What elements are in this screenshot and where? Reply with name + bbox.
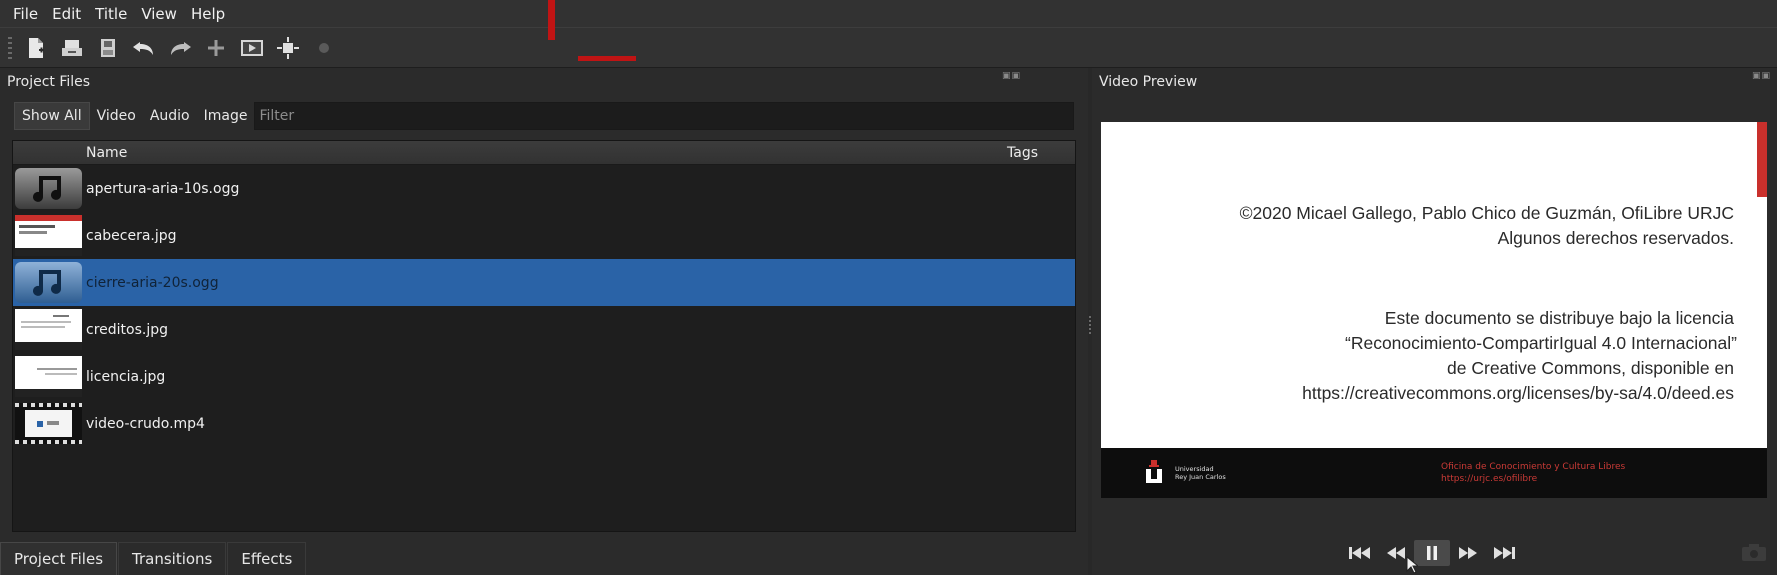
import-files-button[interactable] [200,33,232,63]
red-annotation-mark [548,0,555,40]
filter-audio-button[interactable]: Audio [143,102,197,130]
save-project-icon [101,38,115,57]
video-thumbnail-icon [15,403,82,444]
university-logo-icon [1146,460,1162,483]
file-name: cierre-aria-20s.ogg [86,274,219,291]
new-project-icon [29,37,44,58]
main-toolbar [0,28,1777,68]
menu-help[interactable]: Help [184,0,232,28]
project-files-title: Project Files [7,74,91,90]
video-preview-frame: ©2020 Micael Gallego, Pablo Chico de Guz… [1101,122,1767,498]
new-project-button[interactable] [20,33,52,63]
menu-file[interactable]: File [6,0,45,28]
save-project-button[interactable] [92,33,124,63]
preview-icon [241,39,263,56]
preview-button[interactable] [236,33,268,63]
license-line: Este documento se distribuye bajo la lic… [1384,308,1734,328]
slide-accent-bar [1757,122,1767,197]
file-name: licencia.jpg [86,368,166,385]
filter-row: Show All Video Audio Image Filter [14,102,1074,130]
file-row[interactable]: creditos.jpg [13,306,1075,353]
tab-effects[interactable]: Effects [227,542,307,575]
project-files-list: Name Tags apertura-aria-10s.ogg cabecera… [12,140,1076,532]
fast-forward-icon [1459,547,1477,559]
slide-footer: Universidad Rey Juan Carlos Oficina de C… [1101,448,1767,498]
mouse-cursor-icon [1406,556,1418,574]
open-project-icon [62,39,82,56]
file-row[interactable]: apertura-aria-10s.ogg [13,165,1075,212]
license-line: https://creativecommons.org/licenses/by-… [1302,383,1734,403]
file-row[interactable]: video-crudo.mp4 [13,400,1075,447]
export-video-button[interactable] [272,33,304,63]
column-tags-header[interactable]: Tags [1007,145,1038,161]
record-button[interactable] [308,33,340,63]
tab-transitions[interactable]: Transitions [118,542,227,575]
file-name: cabecera.jpg [86,227,177,244]
copyright-line: Algunos derechos reservados. [1497,228,1734,248]
file-row[interactable]: cabecera.jpg [13,212,1075,259]
office-url: https://urjc.es/ofilibre [1441,474,1538,484]
filter-show-all-button[interactable]: Show All [14,102,90,130]
image-thumbnail-icon [15,356,82,397]
menu-view[interactable]: View [134,0,184,28]
filter-video-button[interactable]: Video [90,102,143,130]
file-row-selected[interactable]: cierre-aria-20s.ogg [13,259,1075,306]
audio-thumbnail-icon [15,168,82,209]
column-name-header[interactable]: Name [86,145,127,161]
university-name: Rey Juan Carlos [1175,473,1226,481]
video-preview-panel-header: Video Preview [1092,68,1777,96]
list-header: Name Tags [13,141,1075,165]
license-line: de Creative Commons, disponible en [1447,358,1734,378]
copyright-line: ©2020 Micael Gallego, Pablo Chico de Guz… [1239,203,1734,223]
menu-title[interactable]: Title [88,0,134,28]
university-name: Universidad [1175,465,1214,473]
toolbar-grip[interactable] [8,36,12,59]
file-name: creditos.jpg [86,321,168,338]
filter-image-button[interactable]: Image [197,102,255,130]
license-line: “Reconocimiento-CompartirIgual 4.0 Inter… [1345,333,1737,353]
splitter-grip[interactable] [1089,316,1091,334]
undo-button[interactable] [128,33,160,63]
image-thumbnail-icon [15,215,82,256]
jump-end-icon [1494,547,1515,559]
bottom-dock-tabs: Project Files Transitions Effects [0,540,1088,575]
rewind-icon [1387,547,1405,559]
menu-bar: File Edit Title View Help [0,0,1777,28]
redo-button[interactable] [164,33,196,63]
jump-end-button[interactable] [1486,540,1522,566]
undo-icon [133,41,153,55]
fast-forward-button[interactable] [1450,540,1486,566]
record-icon [319,42,329,53]
open-project-button[interactable] [56,33,88,63]
office-name: Oficina de Conocimiento y Cultura Libres [1441,462,1626,472]
project-files-panel-header: Project Files [0,68,1088,96]
pause-icon [1427,546,1437,560]
file-row[interactable]: licencia.jpg [13,353,1075,400]
jump-start-button[interactable] [1342,540,1378,566]
import-files-icon [208,39,224,56]
file-name: apertura-aria-10s.ogg [86,180,240,197]
export-video-icon [277,36,299,59]
redo-icon [171,41,191,55]
playback-controls [1342,540,1522,566]
pause-button[interactable] [1414,540,1450,566]
red-annotation-mark [578,56,636,61]
snapshot-camera-icon[interactable] [1741,542,1767,562]
menu-edit[interactable]: Edit [45,0,88,28]
jump-start-icon [1349,547,1370,559]
project-files-panel-controls-icon[interactable]: ▣▣ [1002,71,1021,81]
filter-input[interactable]: Filter [254,102,1074,130]
file-name: video-crudo.mp4 [86,415,205,432]
tab-project-files[interactable]: Project Files [0,542,118,575]
video-preview-panel-controls-icon[interactable]: ▣▣ [1752,71,1771,81]
audio-thumbnail-icon [15,262,82,303]
image-thumbnail-icon [15,309,82,350]
video-preview-title: Video Preview [1099,74,1198,90]
